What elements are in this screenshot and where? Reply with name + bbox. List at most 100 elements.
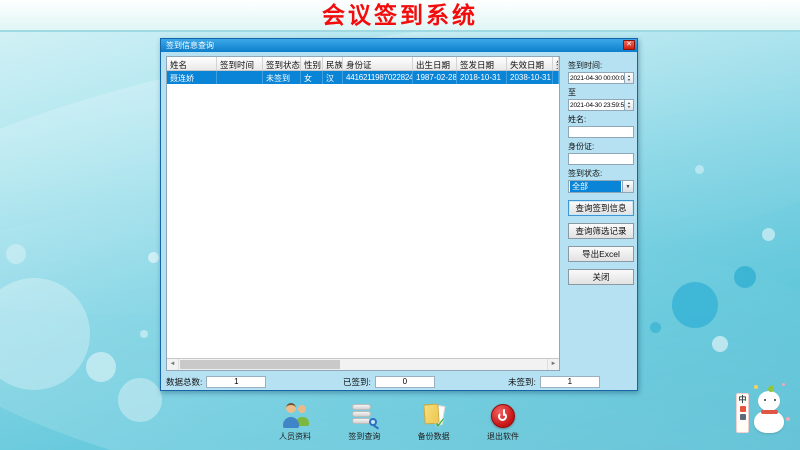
name-input[interactable] (568, 126, 634, 138)
toolbar-item-signin-query[interactable]: 签到查询 (335, 403, 393, 442)
stat-total-label: 数据总数: (166, 376, 202, 388)
window-titlebar[interactable]: 签到信息查询 ✕ (161, 39, 637, 52)
window-title: 签到信息查询 (166, 40, 214, 51)
cell-ethnicity: 汉 (323, 71, 343, 84)
name-label: 姓名: (568, 114, 634, 125)
datetime-from-field[interactable]: 2021-04-30 00:00:00 ▲ ▼ (568, 72, 634, 84)
horizontal-scrollbar[interactable]: ◄ ► (167, 358, 559, 370)
cell-birth-date: 1987-02-28 (413, 71, 457, 84)
stat-unsigned-label: 未签到: (508, 376, 536, 388)
toolbar-item-personnel[interactable]: 人员资料 (266, 403, 324, 442)
spinner-control[interactable]: ▲ ▼ (624, 100, 633, 110)
cell-issue-date: 2018-10-31 (457, 71, 507, 84)
close-icon: ✕ (626, 41, 632, 48)
query-signin-info-button[interactable]: 查询签到信息 (568, 200, 634, 216)
people-icon (281, 403, 309, 429)
stat-total: 数据总数: 1 (166, 376, 266, 388)
export-excel-button[interactable]: 导出Excel (568, 246, 634, 262)
status-label: 签到状态: (568, 168, 634, 179)
background-bubble (6, 244, 26, 264)
mascot-banner: 中 (736, 393, 749, 433)
background-bubble (695, 165, 704, 174)
mascot-sparkle (754, 385, 758, 389)
mascot-eye (774, 399, 776, 401)
stat-total-value: 1 (206, 376, 266, 388)
cell-id-card: 441621198702282481 (343, 71, 413, 84)
backup-check-icon: ✓ (420, 403, 448, 429)
mascot-sparkle (782, 383, 785, 386)
datetime-to-field[interactable]: 2021-04-30 23:59:59 ▲ ▼ (568, 99, 634, 111)
table-header-row: 姓名 签到时间 签到状态 性别 民族 身份证 出生日期 签发日期 失效日期 签 (167, 57, 559, 71)
cell-partial (553, 71, 559, 84)
query-filter-records-button[interactable]: 查询筛选记录 (568, 223, 634, 239)
column-header-gender[interactable]: 性别 (301, 57, 323, 70)
stat-signed-label: 已签到: (343, 376, 371, 388)
app-title-bar: 会议签到系统 (0, 0, 800, 32)
background-bubble (650, 322, 661, 333)
close-window-button[interactable]: 关闭 (568, 269, 634, 285)
background-bubble (140, 330, 148, 338)
cell-signin-status: 未签到 (263, 71, 301, 84)
app-title: 会议签到系统 (0, 0, 800, 30)
signin-table: 姓名 签到时间 签到状态 性别 民族 身份证 出生日期 签发日期 失效日期 签 … (166, 56, 560, 371)
cell-signin-time (217, 71, 263, 84)
mascot-sticker: 中 (734, 383, 796, 447)
mascot-scarf (761, 410, 778, 414)
chevron-down-icon[interactable]: ▼ (622, 181, 633, 192)
datetime-to-value: 2021-04-30 23:59:59 (569, 102, 627, 109)
power-icon (489, 403, 517, 429)
column-header-name[interactable]: 姓名 (167, 57, 217, 70)
scroll-right-icon[interactable]: ► (547, 359, 559, 370)
spin-down-icon: ▼ (627, 78, 631, 81)
toolbar-label: 退出软件 (487, 431, 519, 442)
background-bubble (762, 228, 775, 241)
toolbar-label: 签到查询 (348, 431, 380, 442)
close-button[interactable]: ✕ (623, 40, 635, 50)
cell-name: 聂连娇 (167, 71, 217, 84)
signin-query-window: 签到信息查询 ✕ 姓名 签到时间 签到状态 性别 民族 身份证 出生日期 签发日… (160, 38, 638, 391)
background-bubble (118, 378, 162, 422)
mascot-sparkle (786, 417, 790, 421)
scrollbar-thumb[interactable] (180, 360, 340, 369)
check-icon: ✓ (434, 414, 447, 432)
stat-signed-value: 0 (375, 376, 435, 388)
mascot-banner-glyph (740, 406, 746, 412)
spinner-control[interactable]: ▲ ▼ (624, 73, 633, 83)
spin-down-icon: ▼ (627, 105, 631, 108)
database-search-icon (350, 403, 378, 429)
mascot-banner-glyph (740, 414, 746, 420)
table-row[interactable]: 聂连娇 未签到 女 汉 441621198702282481 1987-02-2… (167, 71, 559, 84)
toolbar-item-exit[interactable]: 退出软件 (474, 403, 532, 442)
column-header-signin-status[interactable]: 签到状态 (263, 57, 301, 70)
mascot-head (758, 391, 780, 411)
signin-time-label: 签到时间: (568, 60, 634, 71)
filter-panel: 签到时间: 2021-04-30 00:00:00 ▲ ▼ 至 2021-04-… (562, 52, 639, 391)
mascot-eye (764, 399, 766, 401)
bottom-toolbar: 人员资料 签到查询 ✓ 备份数据 退出软件 (266, 403, 532, 442)
background-bubble (672, 282, 718, 328)
column-header-partial[interactable]: 签 (553, 57, 559, 70)
id-card-label: 身份证: (568, 141, 634, 152)
toolbar-item-backup[interactable]: ✓ 备份数据 (405, 403, 463, 442)
stat-signed: 已签到: 0 (343, 376, 435, 388)
column-header-expiry-date[interactable]: 失效日期 (507, 57, 553, 70)
toolbar-label: 备份数据 (418, 431, 450, 442)
column-header-ethnicity[interactable]: 民族 (323, 57, 343, 70)
column-header-id-card[interactable]: 身份证 (343, 57, 413, 70)
background-bubble (86, 352, 116, 382)
window-body: 姓名 签到时间 签到状态 性别 民族 身份证 出生日期 签发日期 失效日期 签 … (161, 52, 637, 391)
id-card-input[interactable] (568, 153, 634, 165)
cell-expiry-date: 2038-10-31 (507, 71, 553, 84)
status-selected-value: 全部 (570, 181, 621, 192)
background-bubble (148, 252, 159, 263)
status-dropdown[interactable]: 全部 ▼ (568, 180, 634, 193)
column-header-birth-date[interactable]: 出生日期 (413, 57, 457, 70)
to-label: 至 (568, 87, 634, 98)
cell-gender: 女 (301, 71, 323, 84)
column-header-signin-time[interactable]: 签到时间 (217, 57, 263, 70)
mascot-banner-text: 中 (739, 396, 747, 404)
toolbar-label: 人员资料 (279, 431, 311, 442)
scroll-left-icon[interactable]: ◄ (167, 359, 179, 370)
column-header-issue-date[interactable]: 签发日期 (457, 57, 507, 70)
datetime-from-value: 2021-04-30 00:00:00 (569, 75, 627, 82)
